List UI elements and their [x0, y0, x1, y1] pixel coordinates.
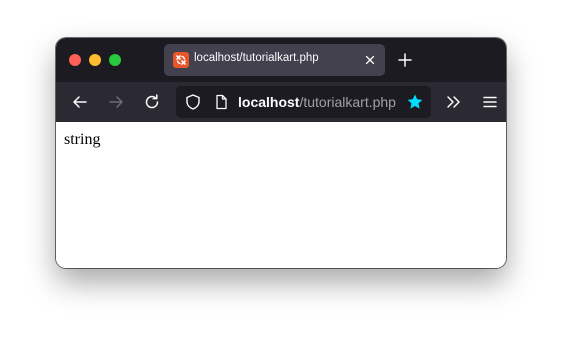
tab-active[interactable]: localhost/tutorialkart.php: [164, 44, 385, 76]
url-path: /tutorialkart.php: [299, 94, 396, 110]
shield-icon[interactable]: [184, 93, 202, 111]
page-content: string: [56, 122, 506, 268]
bookmark-star-icon[interactable]: [406, 93, 424, 111]
navigation-toolbar: localhost/tutorialkart.php: [56, 82, 506, 122]
minimize-window-button[interactable]: [89, 54, 101, 66]
close-tab-icon[interactable]: [362, 52, 378, 68]
address-bar[interactable]: localhost/tutorialkart.php: [176, 86, 431, 118]
tab-title: localhost/tutorialkart.php: [194, 52, 319, 64]
page-body-text: string: [64, 131, 101, 148]
maximize-window-button[interactable]: [109, 54, 121, 66]
url-host: localhost: [238, 94, 300, 110]
reload-icon[interactable]: [142, 92, 162, 112]
page-info-icon[interactable]: [212, 93, 230, 111]
close-window-button[interactable]: [69, 54, 81, 66]
xampp-favicon-icon: [173, 52, 189, 68]
new-tab-icon[interactable]: [397, 52, 413, 68]
url-text[interactable]: localhost/tutorialkart.php: [238, 94, 396, 110]
hamburger-menu-icon[interactable]: [480, 92, 500, 112]
back-arrow-icon[interactable]: [70, 92, 90, 112]
forward-arrow-icon[interactable]: [106, 92, 126, 112]
title-bar: localhost/tutorialkart.php: [56, 38, 506, 82]
overflow-chevron-icon[interactable]: [444, 92, 464, 112]
browser-window: localhost/tutorialkart.php localhost/tut…: [56, 38, 506, 268]
